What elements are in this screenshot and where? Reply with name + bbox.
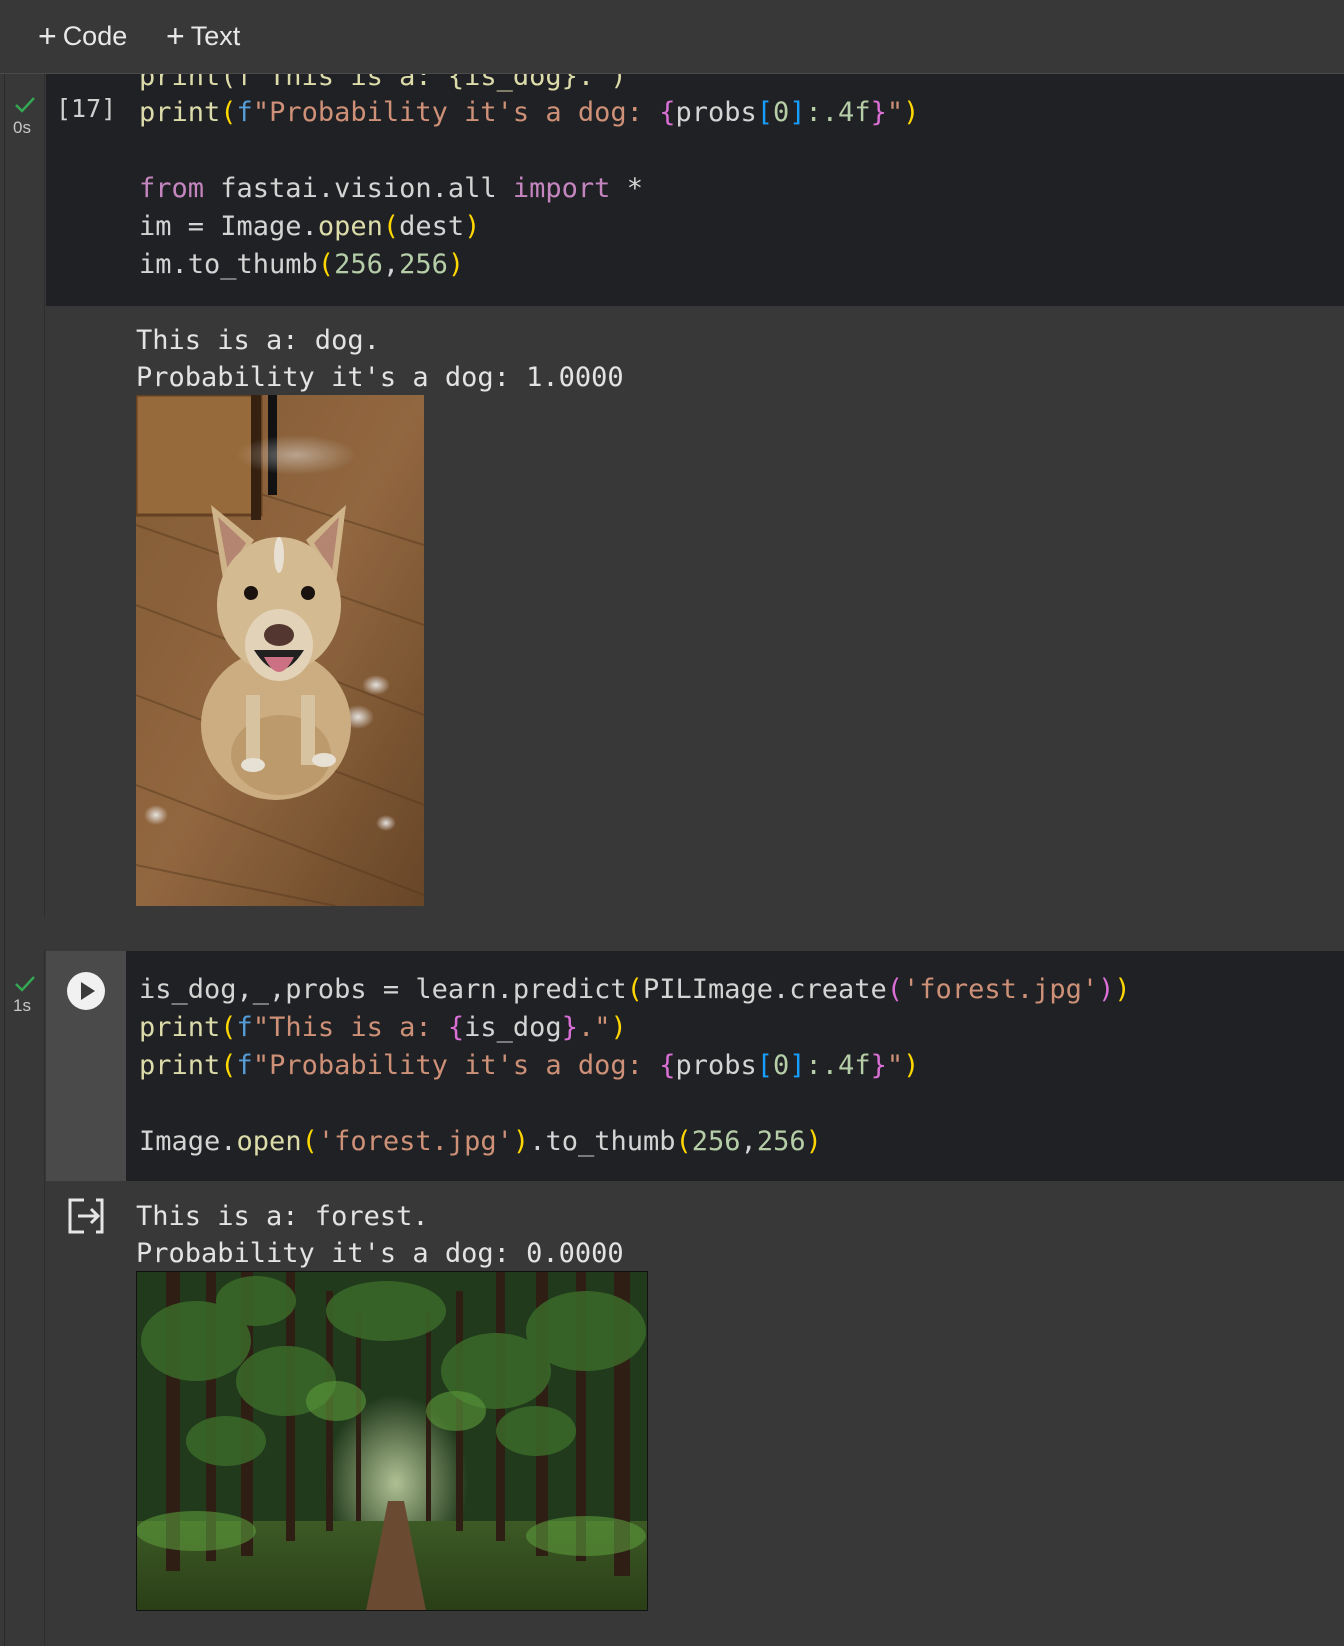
code-line: print(f"This is a: {is_dog}.") xyxy=(139,1012,627,1043)
code-line: Image.open('forest.jpg').to_thumb(256,25… xyxy=(139,1126,822,1157)
code-line: print(f"Probability it's a dog: {probs[0… xyxy=(139,1050,920,1081)
output-line: Probability it's a dog: 1.0000 xyxy=(136,362,624,393)
code-line: im.to_thumb(256,256) xyxy=(139,249,465,280)
check-icon xyxy=(14,96,36,114)
output-line: Probability it's a dog: 0.0000 xyxy=(136,1238,624,1269)
notebook-left-border xyxy=(4,0,5,1646)
play-icon[interactable] xyxy=(67,972,105,1010)
cell-output-text: This is a: forest. Probability it's a dog… xyxy=(136,1198,624,1272)
add-code-button[interactable]: + Code xyxy=(38,18,127,54)
plus-icon: + xyxy=(38,18,57,54)
check-icon xyxy=(14,975,36,993)
cell-gutter-rule xyxy=(44,73,45,918)
cell-gutter-rule xyxy=(44,950,45,1646)
execution-time: 1s xyxy=(13,996,31,1015)
execution-time: 0s xyxy=(13,118,31,137)
code-line: print(f"Probability it's a dog: {probs[0… xyxy=(139,97,920,128)
output-redirect-icon[interactable] xyxy=(66,1196,106,1236)
output-line: This is a: dog. xyxy=(136,325,380,356)
output-image-forest xyxy=(136,1271,648,1611)
plus-icon: + xyxy=(166,18,185,54)
code-line: from fastai.vision.all import * xyxy=(139,173,643,204)
add-code-label: Code xyxy=(62,20,128,51)
output-line: This is a: forest. xyxy=(136,1201,429,1232)
code-line: im = Image.open(dest) xyxy=(139,211,481,242)
add-text-button[interactable]: + Text xyxy=(166,18,240,54)
execution-count: [17] xyxy=(56,94,117,123)
notebook-toolbar: + Code + Text xyxy=(0,0,1344,74)
cell-output-text: This is a: dog. Probability it's a dog: 1… xyxy=(136,322,624,396)
code-line: is_dog,_,probs = learn.predict(PILImage.… xyxy=(139,974,1131,1005)
output-image-dog xyxy=(136,395,424,906)
add-text-label: Text xyxy=(190,20,241,51)
